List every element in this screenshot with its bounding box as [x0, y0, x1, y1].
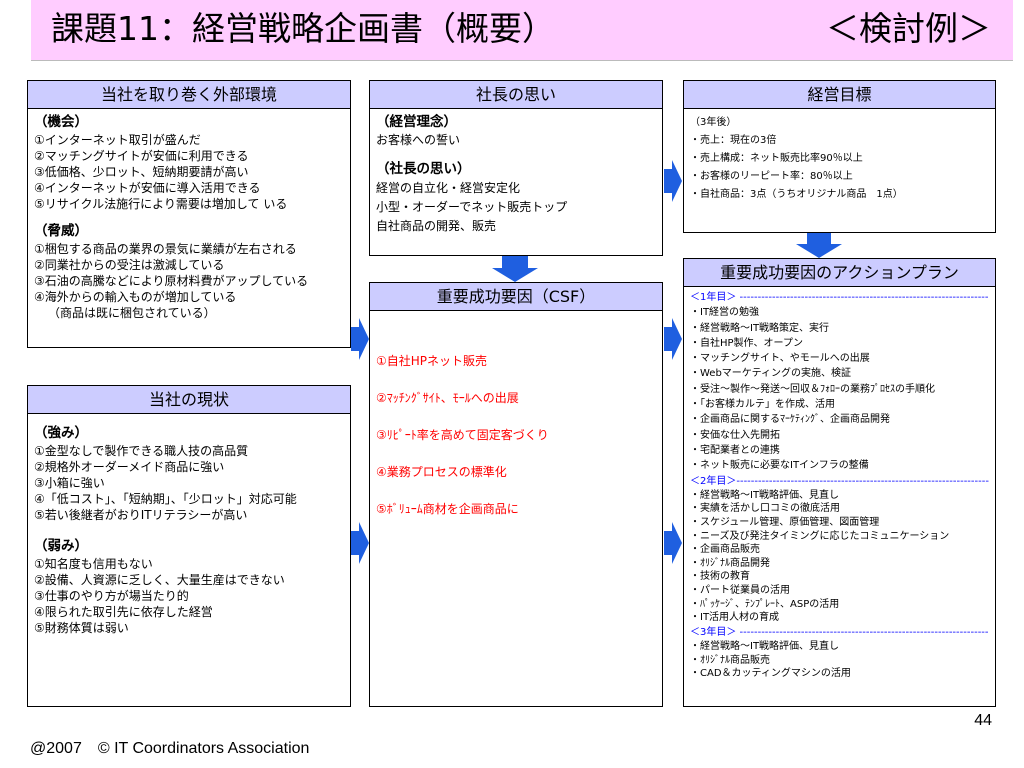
action-item: ・経営戦略～IT戦略策定、実行: [690, 322, 830, 334]
president-thoughts-box: 社長の思い （経営理念） お客様への誓い （社長の思い） 経営の自立化・経営安定…: [369, 80, 663, 256]
thought-item: 自社商品の開発、販売: [376, 219, 497, 233]
management-goals-box: 経営目標 （3年後） ・売上：現在の3倍 ・売上構成：ネット販売比率90％以上 …: [683, 80, 996, 233]
slide-title: 課題11：経営戦略企画書（概要）: [51, 9, 555, 48]
philosophy-text: お客様への誓い: [376, 133, 461, 147]
slide-subtitle-example: ＜検討例＞: [826, 9, 991, 48]
thought-item: 経営の自立化・経営安定化: [376, 181, 521, 195]
csf-item: ⑤ﾎﾞﾘｭｰﾑ商材を企画商品に: [376, 502, 519, 516]
action-item: ・パート従業員の活用: [690, 585, 790, 597]
csf-header: 重要成功要因（CSF）: [370, 283, 662, 311]
year3-label: ＜3年目＞ ----------------------------------…: [690, 626, 989, 638]
action-item: ・企画商品に関するﾏｰｹﾃｨﾝｸﾞ、企画商品開発: [690, 414, 890, 426]
action-item: ・技術の教育: [690, 571, 750, 583]
president-thoughts-header: 社長の思い: [370, 81, 662, 109]
strength-item: ⑤若い後継者がおりITリテラシーが高い: [34, 508, 248, 522]
action-item: ・ｵﾘｼﾞﾅﾙ商品販売: [690, 654, 770, 666]
goal-item: （3年後）: [690, 117, 737, 128]
right-arrow-icon: [351, 318, 369, 360]
action-item: ・実績を活かし口コミの徹底活用: [690, 503, 840, 515]
strength-title: （強み）: [34, 425, 88, 441]
weakness-item: ③仕事のやり方が場当たり的: [34, 589, 189, 603]
strength-item: ①金型なしで製作できる職人技の高品質: [34, 444, 249, 458]
action-item: ・マッチングサイト、やモールへの出展: [690, 353, 870, 365]
thoughts-title: （社長の思い）: [376, 161, 471, 177]
year2-label: ＜2年目＞-----------------------------------…: [690, 475, 989, 487]
action-item: ・受注～製作～発送～回収＆ﾌｫﾛｰの業務ﾌﾟﾛｾｽの手順化: [690, 383, 935, 395]
weakness-title: （弱み）: [34, 538, 88, 554]
opportunity-item: ④インターネットが安価に導入活用できる: [34, 181, 261, 195]
strength-item: ②規格外オーダーメイド商品に強い: [34, 460, 225, 474]
action-item: ・Webマーケティングの実施、検証: [690, 368, 852, 380]
down-arrow-icon: [796, 233, 842, 258]
opportunity-item: ⑤リサイクル法施行により需要は増加して いる: [34, 197, 288, 211]
goal-item: ・自社商品：3点（うちオリジナル商品 1点）: [690, 189, 903, 200]
action-item: ・「お客様カルテ」を作成、活用: [690, 399, 835, 411]
copyright: @2007 © IT Coordinators Association: [30, 740, 310, 757]
opportunity-title: （機会）: [34, 114, 88, 130]
right-arrow-icon: [664, 160, 682, 202]
right-arrow-icon: [351, 522, 369, 564]
threat-item: （商品は既に梱包されている）: [48, 306, 216, 320]
strength-item: ④「低コスト」、「短納期」、「少ロット」対応可能: [34, 492, 297, 506]
goal-item: ・売上：現在の3倍: [690, 135, 777, 146]
external-environment-box: 当社を取り巻く外部環境 （機会） ①インターネット取引が盛んだ ②マッチングサイ…: [27, 80, 351, 348]
csf-item: ④業務プロセスの標準化: [376, 465, 507, 479]
threat-item: ④海外からの輸入ものが増加している: [34, 290, 237, 304]
action-item: ・IT活用人材の育成: [690, 612, 780, 624]
management-goals-header: 経営目標: [684, 81, 995, 109]
action-item: ・CAD＆カッティングマシンの活用: [690, 668, 851, 680]
current-situation-header: 当社の現状: [28, 386, 350, 414]
down-arrow-icon: [492, 256, 538, 282]
action-item: ・経営戦略～IT戦略評価、見直し: [690, 489, 840, 501]
page-number: 44: [974, 712, 992, 729]
action-item: ・宅配業者との連携: [690, 444, 780, 456]
csf-item: ②ﾏｯﾁﾝｸﾞｻｲﾄ、ﾓｰﾙへの出展: [376, 391, 519, 405]
csf-item: ③ﾘﾋﾟｰﾄ率を高めて固定客づくり: [376, 428, 549, 442]
weakness-item: ④限られた取引先に依存した経営: [34, 605, 213, 619]
opportunity-item: ②マッチングサイトが安価に利用できる: [34, 149, 249, 163]
right-arrow-icon: [664, 522, 682, 564]
threat-title: （脅威）: [34, 223, 88, 239]
thought-item: 小型・オーダーでネット販売トップ: [376, 200, 568, 214]
weakness-item: ①知名度も信用もない: [34, 557, 153, 571]
action-plan-box: 重要成功要因のアクションプラン ＜1年目＞ ------------------…: [683, 258, 996, 707]
goal-item: ・お客様のリーピート率：80％以上: [690, 171, 853, 182]
weakness-item: ②設備、人資源に乏しく、大量生産はできない: [34, 573, 285, 587]
current-situation-box: 当社の現状 （強み） ①金型なしで製作できる職人技の高品質 ②規格外オーダーメイ…: [27, 385, 351, 707]
action-item: ・IT経営の勉強: [690, 307, 760, 319]
right-arrow-icon: [664, 318, 682, 360]
opportunity-item: ①インターネット取引が盛んだ: [34, 133, 201, 147]
title-bar: 課題11：経営戦略企画書（概要） ＜検討例＞: [31, 0, 1013, 61]
threat-item: ③石油の高騰などにより原材料費がアップしている: [34, 274, 309, 288]
csf-box: 重要成功要因（CSF） ①自社HPネット販売 ②ﾏｯﾁﾝｸﾞｻｲﾄ、ﾓｰﾙへの出…: [369, 282, 663, 707]
action-item: ・ﾊﾟｯｹｰｼﾞ、ﾃﾝﾌﾟﾚｰﾄ、ASPの活用: [690, 598, 840, 610]
opportunity-item: ③低価格、少ロット、短納期要請が高い: [34, 165, 249, 179]
threat-item: ①梱包する商品の業界の景気に業績が左右される: [34, 242, 297, 256]
action-item: ・企画商品販売: [690, 544, 760, 556]
goal-item: ・売上構成：ネット販売比率90％以上: [690, 153, 863, 164]
philosophy-title: （経営理念）: [376, 114, 457, 130]
year1-label: ＜1年目＞ ----------------------------------…: [690, 292, 989, 303]
action-item: ・ネット販売に必要なITインフラの整備: [690, 460, 869, 472]
action-item: ・安価な仕入先開拓: [690, 429, 780, 441]
strength-item: ③小箱に強い: [34, 476, 105, 490]
external-environment-header: 当社を取り巻く外部環境: [28, 81, 350, 109]
threat-item: ②同業社からの受注は激減している: [34, 258, 225, 272]
action-item: ・ニーズ及び発注タイミングに応じたコミュニケーション: [690, 530, 950, 542]
weakness-item: ⑤財務体質は弱い: [34, 621, 129, 635]
action-item: ・スケジュール管理、原価管理、図面管理: [690, 517, 880, 529]
action-plan-header: 重要成功要因のアクションプラン: [684, 259, 995, 287]
action-item: ・ｵﾘｼﾞﾅﾙ商品開発: [690, 557, 770, 569]
action-item: ・自社HP製作、オープン: [690, 337, 803, 349]
action-item: ・経営戦略～IT戦略評価、見直し: [690, 641, 840, 653]
csf-item: ①自社HPネット販売: [376, 354, 488, 368]
